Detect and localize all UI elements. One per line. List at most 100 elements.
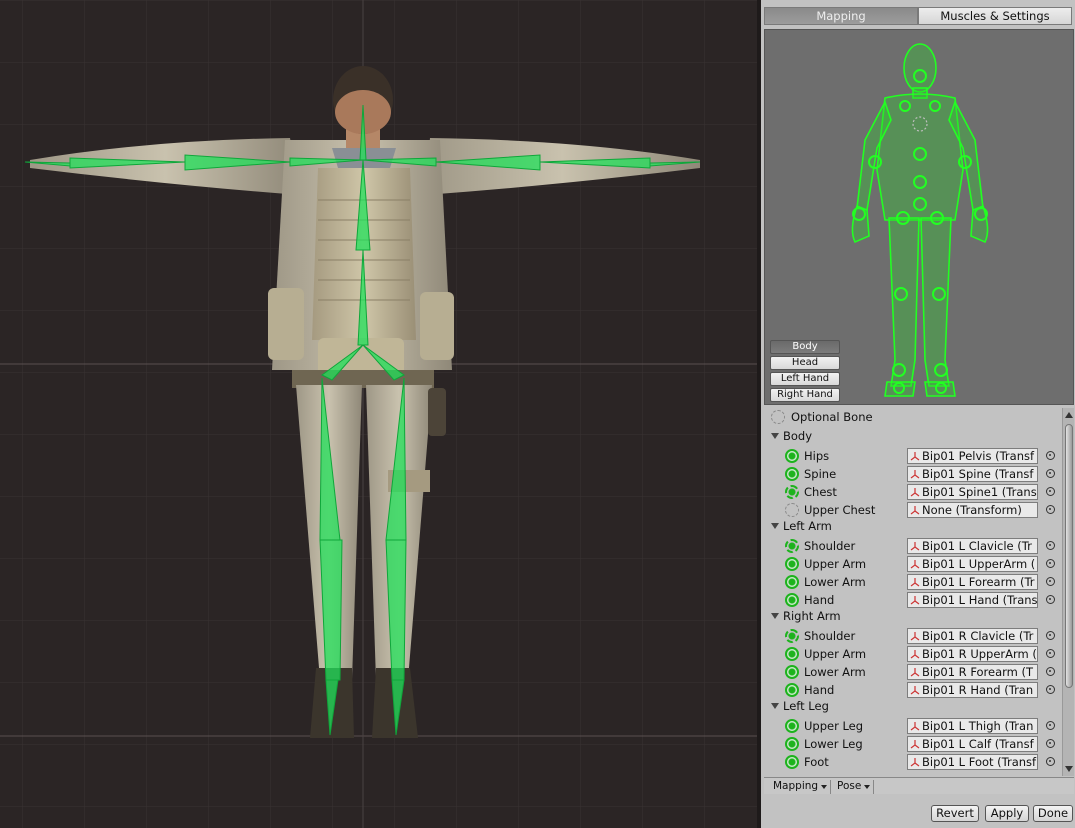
bone-status-icon[interactable]: [785, 683, 799, 697]
section-left-arm[interactable]: Left Arm: [765, 519, 1061, 537]
done-button[interactable]: Done: [1033, 805, 1073, 822]
bone-status-icon[interactable]: [785, 485, 799, 499]
collapse-triangle-icon[interactable]: [771, 523, 779, 529]
bone-status-icon[interactable]: [785, 467, 799, 481]
tab-bar: Mapping Muscles & Settings: [764, 7, 1072, 25]
scene-viewport[interactable]: [0, 0, 757, 828]
mapping-menu-button[interactable]: Mapping: [766, 780, 832, 794]
bone-row-left-lower-arm: Lower Arm Bip01 L Forearm (Tr: [765, 573, 1061, 591]
bone-row-left-foot: Foot Bip01 L Foot (Transf: [765, 753, 1061, 771]
transform-icon: [910, 740, 920, 749]
bone-label: Upper Leg: [804, 719, 864, 733]
bone-status-icon[interactable]: [785, 755, 799, 769]
transform-icon: [910, 542, 920, 551]
bone-row-chest: Chest Bip01 Spine1 (Trans: [765, 483, 1061, 501]
scrollbar-thumb[interactable]: [1065, 424, 1073, 688]
revert-button[interactable]: Revert: [931, 805, 979, 822]
bone-transform-field[interactable]: Bip01 R Clavicle (Tr: [907, 628, 1038, 644]
left-hand-view-button[interactable]: Left Hand: [770, 372, 840, 386]
transform-icon: [910, 758, 920, 767]
object-picker-icon[interactable]: [1046, 559, 1055, 568]
bone-transform-field[interactable]: Bip01 L Calf (Transf: [907, 736, 1038, 752]
bone-status-icon[interactable]: [785, 557, 799, 571]
bone-row-spine: Spine Bip01 Spine (Transf: [765, 465, 1061, 483]
bone-transform-field[interactable]: Bip01 R Hand (Tran: [907, 682, 1038, 698]
object-picker-icon[interactable]: [1046, 451, 1055, 460]
transform-icon: [910, 452, 920, 461]
object-picker-icon[interactable]: [1046, 631, 1055, 640]
collapse-triangle-icon[interactable]: [771, 433, 779, 439]
bone-transform-field[interactable]: None (Transform): [907, 502, 1038, 518]
head-view-button[interactable]: Head: [770, 356, 840, 370]
object-picker-icon[interactable]: [1046, 595, 1055, 604]
transform-icon: [910, 506, 920, 515]
bone-label: Foot: [804, 755, 829, 769]
object-picker-icon[interactable]: [1046, 757, 1055, 766]
pose-menu-button[interactable]: Pose: [830, 780, 875, 794]
bone-transform-value: Bip01 R UpperArm (: [922, 647, 1037, 661]
mapping-menu-label: Mapping: [773, 780, 819, 792]
bone-transform-value: Bip01 Spine1 (Trans: [922, 485, 1037, 499]
bone-transform-field[interactable]: Bip01 L Thigh (Tran: [907, 718, 1038, 734]
object-picker-icon[interactable]: [1046, 667, 1055, 676]
bone-transform-field[interactable]: Bip01 L Foot (Transf: [907, 754, 1038, 770]
bone-transform-value: Bip01 R Forearm (T: [922, 665, 1034, 679]
bone-transform-field[interactable]: Bip01 L UpperArm (: [907, 556, 1038, 572]
object-picker-icon[interactable]: [1046, 487, 1055, 496]
collapse-triangle-icon[interactable]: [771, 613, 779, 619]
bone-status-icon[interactable]: [785, 575, 799, 589]
bone-transform-value: Bip01 L UpperArm (: [922, 557, 1036, 571]
bone-status-icon[interactable]: [785, 503, 799, 517]
bone-status-icon[interactable]: [785, 737, 799, 751]
character-preview: [0, 0, 757, 828]
mapping-toolbar: Mapping Pose: [764, 777, 1074, 794]
bone-transform-field[interactable]: Bip01 L Clavicle (Tr: [907, 538, 1038, 554]
section-left-leg[interactable]: Left Leg: [765, 699, 1061, 717]
bone-status-icon[interactable]: [785, 665, 799, 679]
tab-mapping[interactable]: Mapping: [764, 7, 918, 25]
bone-row-right-lower-arm: Lower Arm Bip01 R Forearm (T: [765, 663, 1061, 681]
object-picker-icon[interactable]: [1046, 469, 1055, 478]
bone-row-left-upper-arm: Upper Arm Bip01 L UpperArm (: [765, 555, 1061, 573]
bone-status-icon[interactable]: [785, 629, 799, 643]
transform-icon: [910, 722, 920, 731]
object-picker-icon[interactable]: [1046, 541, 1055, 550]
optional-bone-icon: [771, 410, 785, 424]
scroll-up-icon[interactable]: [1065, 412, 1073, 418]
apply-button[interactable]: Apply: [985, 805, 1029, 822]
bone-row-left-upper-leg: Upper Leg Bip01 L Thigh (Tran: [765, 717, 1061, 735]
bone-transform-value: Bip01 R Clavicle (Tr: [922, 629, 1034, 643]
bone-label: Spine: [804, 467, 837, 481]
bone-transform-value: Bip01 L Thigh (Tran: [922, 719, 1034, 733]
bone-transform-field[interactable]: Bip01 R UpperArm (: [907, 646, 1038, 662]
object-picker-icon[interactable]: [1046, 685, 1055, 694]
bone-transform-field[interactable]: Bip01 Spine (Transf: [907, 466, 1038, 482]
object-picker-icon[interactable]: [1046, 577, 1055, 586]
bone-status-icon[interactable]: [785, 719, 799, 733]
collapse-triangle-icon[interactable]: [771, 703, 779, 709]
bone-list-scrollbar[interactable]: [1062, 408, 1074, 776]
bone-transform-field[interactable]: Bip01 Spine1 (Trans: [907, 484, 1038, 500]
section-body[interactable]: Body: [765, 429, 1061, 447]
bone-status-icon[interactable]: [785, 539, 799, 553]
bone-transform-field[interactable]: Bip01 Pelvis (Transf: [907, 448, 1038, 464]
object-picker-icon[interactable]: [1046, 505, 1055, 514]
avatar-configuration-panel: Mapping Muscles & Settings Body Head Lef…: [761, 0, 1075, 828]
section-label: Body: [783, 429, 813, 443]
body-view-button[interactable]: Body: [770, 340, 840, 354]
bone-transform-field[interactable]: Bip01 L Forearm (Tr: [907, 574, 1038, 590]
bone-status-icon[interactable]: [785, 593, 799, 607]
object-picker-icon[interactable]: [1046, 739, 1055, 748]
object-picker-icon[interactable]: [1046, 721, 1055, 730]
section-right-arm[interactable]: Right Arm: [765, 609, 1061, 627]
bone-transform-field[interactable]: Bip01 L Hand (Trans: [907, 592, 1038, 608]
bone-transform-value: Bip01 R Hand (Tran: [922, 683, 1034, 697]
bone-status-icon[interactable]: [785, 647, 799, 661]
object-picker-icon[interactable]: [1046, 649, 1055, 658]
tab-muscles-settings[interactable]: Muscles & Settings: [918, 7, 1072, 25]
bone-transform-value: Bip01 L Foot (Transf: [922, 755, 1037, 769]
bone-status-icon[interactable]: [785, 449, 799, 463]
bone-transform-field[interactable]: Bip01 R Forearm (T: [907, 664, 1038, 680]
scroll-down-icon[interactable]: [1065, 766, 1073, 772]
right-hand-view-button[interactable]: Right Hand: [770, 388, 840, 402]
